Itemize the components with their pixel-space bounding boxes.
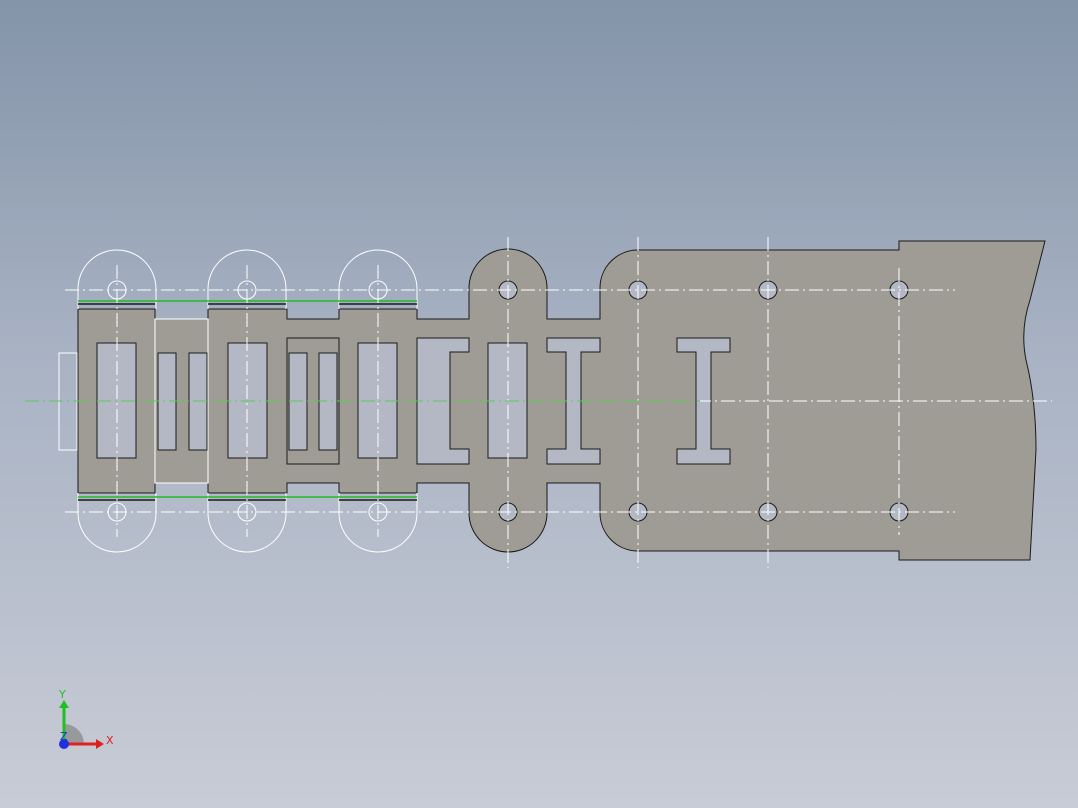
x-axis-label: X: [106, 734, 114, 747]
orientation-triad[interactable]: X Y Z: [40, 680, 130, 760]
y-axis-label: Y: [58, 688, 66, 701]
cad-viewport[interactable]: X Y Z: [0, 0, 1078, 808]
drawing-canvas[interactable]: [0, 0, 1078, 808]
y-axis-arrow-icon: [59, 700, 69, 708]
x-axis-arrow-icon: [96, 739, 104, 749]
z-axis-label: Z: [60, 730, 68, 743]
